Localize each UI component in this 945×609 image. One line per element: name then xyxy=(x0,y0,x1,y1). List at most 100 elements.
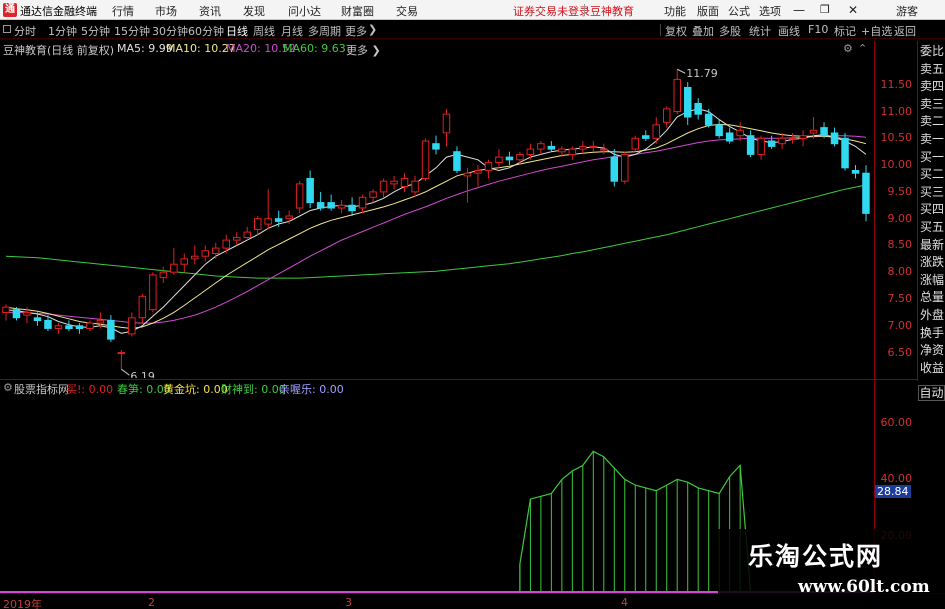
period-monthly[interactable]: 月线 xyxy=(281,23,303,39)
guest-label[interactable]: 游客 xyxy=(896,3,918,19)
collapse-icon[interactable]: ⌃ xyxy=(858,42,867,55)
chart-info-row: 豆神教育(日线 前复权) MA5: 9.99 MA10: 10.27 MA20:… xyxy=(0,41,870,57)
candle-body xyxy=(841,137,849,169)
candle-body xyxy=(600,148,608,151)
price-tick-label: 7.50 xyxy=(887,292,913,306)
menu-ask[interactable]: 问小达 xyxy=(288,3,321,19)
candle-body xyxy=(453,151,461,171)
login-notice[interactable]: 证券交易未登录 xyxy=(513,3,590,19)
candle-body xyxy=(778,137,786,145)
period-15min[interactable]: 15分钟 xyxy=(114,23,150,39)
candle-body xyxy=(610,156,618,182)
quote-tab[interactable]: 净资 xyxy=(920,343,945,357)
period-30min[interactable]: 30分钟 xyxy=(152,23,188,39)
quote-tab[interactable]: 外盘 xyxy=(920,308,945,322)
quote-tab[interactable]: 买三 xyxy=(920,185,945,199)
quote-tab[interactable]: 卖一 xyxy=(920,132,945,146)
quote-tab[interactable]: 最新 xyxy=(920,238,945,252)
mark-button[interactable]: 标记 xyxy=(834,23,856,39)
quote-tab[interactable]: 买四 xyxy=(920,202,945,216)
candle-body xyxy=(379,180,388,193)
candle-body xyxy=(463,172,472,177)
price-chart[interactable]: 11.79 6.19 xyxy=(0,56,873,378)
period-5min[interactable]: 5分钟 xyxy=(81,23,110,39)
quote-tab[interactable]: 涨跌 xyxy=(920,255,945,269)
app-title: 通达信金融终端 xyxy=(20,5,97,18)
quote-tab[interactable]: 委比 xyxy=(920,44,945,58)
candle-body xyxy=(254,218,262,230)
quote-tab[interactable]: 买五 xyxy=(920,220,945,234)
quote-tab[interactable]: 卖三 xyxy=(920,97,945,111)
quote-tab[interactable]: 涨幅 xyxy=(920,273,945,287)
ma20-line xyxy=(6,135,867,324)
candle-body xyxy=(149,274,157,311)
candle-body xyxy=(725,132,734,142)
quote-tab[interactable]: 换手 xyxy=(920,326,945,340)
menu-discover[interactable]: 发现 xyxy=(243,3,265,19)
menu-formula[interactable]: 公式 xyxy=(728,3,750,19)
indicator-tick-label: 40.00 xyxy=(880,472,913,486)
quote-tab[interactable]: 总量 xyxy=(920,290,945,304)
more-arrow-icon[interactable]: ❯ xyxy=(368,23,377,36)
date-label-feb: 2 xyxy=(148,596,155,609)
f10-button[interactable]: F10 xyxy=(808,23,828,36)
candle-body xyxy=(65,325,73,329)
menu-options[interactable]: 选项 xyxy=(759,3,781,19)
candle-body xyxy=(694,103,702,115)
period-intraday[interactable]: 分时 xyxy=(14,23,36,39)
candle-body xyxy=(746,135,755,155)
quote-detail-tabs: 委比卖五卖四卖三卖二卖一买一买二买三买四买五最新涨跌涨幅总量外盘换手净资收益 xyxy=(917,41,945,381)
candle-body xyxy=(75,325,84,329)
multi-stock-button[interactable]: 多股 xyxy=(719,23,741,39)
candle-body xyxy=(820,127,828,137)
candle-body xyxy=(138,295,147,319)
candle-body xyxy=(631,137,639,150)
candle-body xyxy=(316,202,325,209)
watermark: 乐淘公式网 www.60lt.com xyxy=(718,529,945,609)
date-label-apr: 4 xyxy=(621,596,628,609)
statistics-button[interactable]: 统计 xyxy=(749,23,771,39)
candle-body xyxy=(400,178,409,187)
period-multi[interactable]: 多周期 xyxy=(308,23,341,39)
settings-icon[interactable]: ⚙ xyxy=(843,42,853,55)
menu-function[interactable]: 功能 xyxy=(664,3,686,19)
restore-icon[interactable]: ❐ xyxy=(820,3,830,16)
candle-body xyxy=(589,145,598,148)
candle-body xyxy=(526,148,535,155)
draw-line-button[interactable]: 画线 xyxy=(778,23,800,39)
low-marker-line xyxy=(121,368,130,376)
period-1min[interactable]: 1分钟 xyxy=(48,23,77,39)
menu-news[interactable]: 资讯 xyxy=(199,3,221,19)
date-label-2019: 2019年 xyxy=(3,598,42,609)
overlay-button[interactable]: 叠加 xyxy=(692,23,714,39)
indicator-settings-icon[interactable]: ⚙ xyxy=(3,381,13,394)
period-more[interactable]: 更多 xyxy=(345,23,367,39)
candle-body xyxy=(474,170,482,174)
quote-tab[interactable]: 收益 xyxy=(920,361,945,375)
quote-tab[interactable]: 买二 xyxy=(920,167,945,181)
period-daily[interactable]: 日线 xyxy=(226,23,248,39)
quote-tab[interactable]: 卖四 xyxy=(920,79,945,93)
quote-tab[interactable]: 卖五 xyxy=(920,62,945,76)
candle-body xyxy=(54,325,63,329)
period-weekly[interactable]: 周线 xyxy=(253,23,275,39)
auto-button[interactable]: 自动 xyxy=(918,385,945,401)
minimize-icon[interactable]: — xyxy=(793,3,805,17)
menu-wealth[interactable]: 财富圈 xyxy=(341,3,374,19)
price-tick-label: 11.00 xyxy=(880,104,913,118)
add-watchlist-button[interactable]: +自选 xyxy=(861,23,892,39)
app-logo-icon: 通 xyxy=(3,3,17,17)
restore-rights-button[interactable]: 复权 xyxy=(665,23,687,39)
menu-layout[interactable]: 版面 xyxy=(697,3,719,19)
back-button[interactable]: 返回 xyxy=(894,23,916,39)
candle-body xyxy=(33,317,42,321)
candle-body xyxy=(96,319,105,324)
menu-quotes[interactable]: 行情 xyxy=(112,3,134,19)
menu-trade[interactable]: 交易 xyxy=(396,3,418,19)
menu-market[interactable]: 市场 xyxy=(155,3,177,19)
close-icon[interactable]: ✕ xyxy=(848,3,858,17)
quote-tab[interactable]: 买一 xyxy=(920,150,945,164)
quote-tab[interactable]: 卖二 xyxy=(920,114,945,128)
period-60min[interactable]: 60分钟 xyxy=(188,23,224,39)
candle-body xyxy=(757,137,765,155)
